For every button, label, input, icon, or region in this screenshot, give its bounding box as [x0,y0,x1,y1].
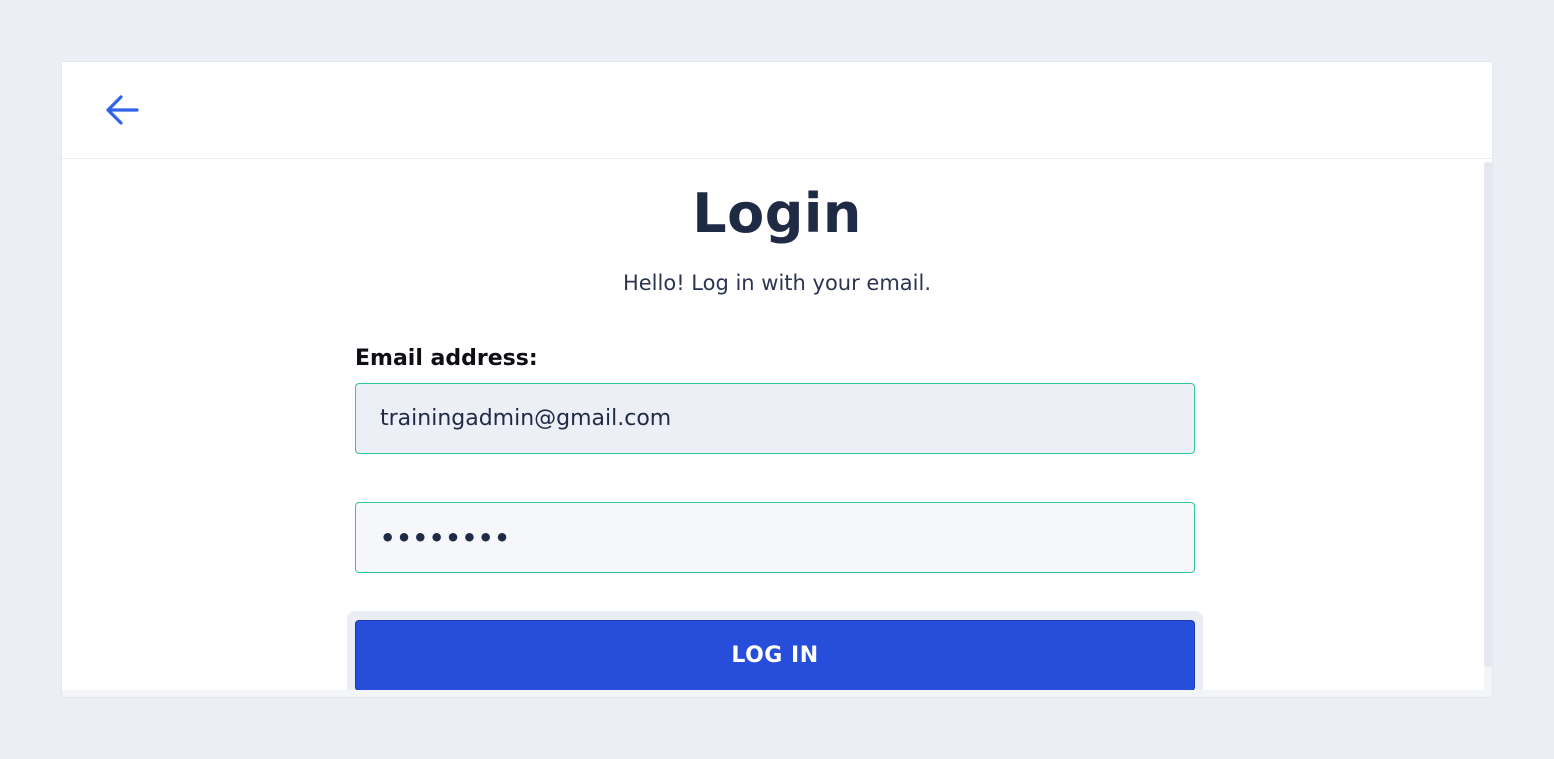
login-button[interactable]: LOG IN [355,620,1195,691]
password-value: •••••••• [380,523,511,552]
page-title: Login [692,182,862,245]
page-subtitle: Hello! Log in with your email. [622,271,932,295]
email-value: trainingadmin@gmail.com [380,406,672,431]
arrow-left-icon [106,95,139,125]
back-button[interactable] [100,90,144,130]
email-label: Email address: [355,346,538,371]
login-card: Login Hello! Log in with your email. Ema… [61,61,1493,698]
bottom-strip [62,690,1492,697]
email-field[interactable]: trainingadmin@gmail.com [355,383,1195,454]
login-button-label: LOG IN [731,643,819,668]
password-field[interactable]: •••••••• [355,502,1195,573]
card-header [62,62,1492,159]
